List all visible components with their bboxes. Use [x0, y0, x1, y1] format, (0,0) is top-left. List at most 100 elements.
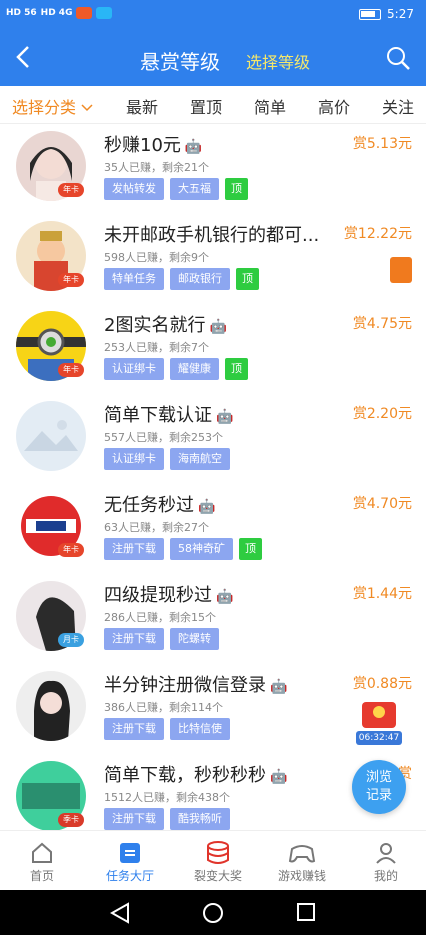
filter-tabs: 选择分类 最新 置顶 简单 高价 关注 — [0, 86, 426, 124]
card-badge: 年卡 — [58, 273, 84, 287]
system-nav-bar — [0, 890, 426, 935]
task-tag: 海南航空 — [170, 448, 230, 470]
task-tags: 注册下载 酷我畅听 — [104, 808, 230, 830]
reward-amount: 赏1.44元 — [352, 586, 412, 602]
coin-stack-icon — [207, 841, 229, 864]
task-meta: 1512人已赚，剩余438个 — [104, 791, 230, 804]
task-tag: 耀健康 — [170, 358, 219, 380]
android-icon: 🤖 — [209, 319, 227, 335]
task-item[interactable]: 年卡 无任务秒过 🤖 63人已赚，剩余27个 注册下载 58神奇矿 顶 赏4.70… — [0, 485, 426, 575]
task-title: 四级提现秒过 🤖 — [104, 585, 234, 606]
tab-select-category[interactable]: 选择分类 — [12, 94, 93, 118]
app-notify-icon — [76, 7, 93, 19]
android-icon: 🤖 — [216, 589, 234, 605]
search-icon — [387, 47, 410, 70]
task-tag: 比特信使 — [170, 718, 230, 740]
task-tag: 认证绑卡 — [104, 358, 164, 380]
card-badge: 季卡 — [58, 813, 84, 827]
nav-mine[interactable]: 我的 — [346, 839, 426, 884]
task-tag: 注册下载 — [104, 628, 164, 650]
avatar — [16, 671, 86, 741]
chevron-down-icon — [81, 104, 93, 112]
task-hall-icon — [120, 843, 140, 863]
task-tags: 注册下载 陀螺转 — [104, 628, 219, 650]
task-item[interactable]: 年卡 未开邮政手机银行的都可... 598人已赚，剩余9个 特单任务 邮政银行 … — [0, 215, 426, 305]
pinned-badge: 顶 — [225, 178, 248, 200]
task-meta: 598人已赚，剩余9个 — [104, 251, 209, 264]
task-title: 未开邮政手机银行的都可... — [104, 225, 320, 246]
task-tags: 特单任务 邮政银行 顶 — [104, 268, 259, 290]
reward-amount: 赏0.88元 — [352, 676, 412, 692]
tab-pinned[interactable]: 置顶 — [190, 94, 222, 118]
task-meta: 63人已赚，剩余27个 — [104, 521, 209, 534]
reward-amount: 赏5.13元 — [352, 136, 412, 152]
search-button[interactable] — [384, 44, 412, 72]
battery-icon — [359, 8, 382, 20]
back-button[interactable] — [14, 42, 44, 72]
page-title: 悬赏等级 — [140, 50, 220, 74]
task-tag: 酷我畅听 — [170, 808, 230, 830]
task-tags: 注册下载 58神奇矿 顶 — [104, 538, 262, 560]
chevron-left-icon — [16, 46, 29, 68]
nav-task-hall[interactable]: 任务大厅 — [90, 839, 170, 884]
signal-indicator-1: HD 56 — [6, 8, 37, 18]
countdown-timer: 06:32:47 — [356, 731, 402, 745]
tab-high-price[interactable]: 高价 — [318, 94, 350, 118]
android-icon: 🤖 — [270, 769, 288, 785]
bottom-nav: 首页 任务大厅 裂变大奖 游戏赚钱 我的 — [0, 830, 426, 890]
reward-amount: 赏12.22元 — [343, 226, 412, 242]
task-meta: 35人已赚，剩余21个 — [104, 161, 209, 174]
task-tags: 认证绑卡 海南航空 — [104, 448, 230, 470]
task-title: 无任务秒过 🤖 — [104, 495, 216, 516]
task-tags: 注册下载 比特信使 — [104, 718, 230, 740]
card-badge: 年卡 — [58, 543, 84, 557]
android-icon: 🤖 — [184, 139, 203, 155]
reward-amount: 赏4.75元 — [352, 316, 412, 332]
task-title: 2图实名就行 🤖 — [104, 315, 227, 336]
clock: 5:27 — [387, 7, 414, 21]
pinned-badge: 顶 — [225, 358, 248, 380]
task-tag: 大五福 — [170, 178, 219, 200]
task-title: 简单下载，秒秒秒秒 🤖 — [104, 765, 288, 786]
task-item[interactable]: 年卡 2图实名就行 🤖 253人已赚，剩余7个 认证绑卡 耀健康 顶 赏4.75元 — [0, 305, 426, 395]
tab-latest[interactable]: 最新 — [126, 94, 158, 118]
card-badge: 年卡 — [58, 363, 84, 377]
red-packet-icon — [362, 702, 396, 728]
status-bar: HD 56 HD 4G 5:27 — [0, 0, 426, 30]
recents-square-icon[interactable] — [296, 902, 316, 922]
card-badge: 月卡 — [58, 633, 84, 647]
pinned-badge: 顶 — [236, 268, 259, 290]
android-icon: 🤖 — [270, 679, 288, 695]
tab-simple[interactable]: 简单 — [254, 94, 286, 118]
task-tag: 注册下载 — [104, 718, 164, 740]
app-header: 悬赏等级 选择等级 — [0, 30, 426, 86]
task-meta: 253人已赚，剩余7个 — [104, 341, 209, 354]
nav-game-earn[interactable]: 游戏赚钱 — [262, 839, 342, 884]
user-icon — [376, 843, 396, 864]
nav-home[interactable]: 首页 — [2, 839, 82, 884]
task-meta: 557人已赚，剩余253个 — [104, 431, 223, 444]
gamepad-icon — [288, 845, 316, 863]
select-level-button[interactable]: 选择等级 — [246, 49, 310, 73]
browse-history-button[interactable]: 浏览 记录 — [352, 760, 406, 814]
task-meta: 386人已赚，剩余114个 — [104, 701, 223, 714]
reward-amount: 赏2.20元 — [352, 406, 412, 422]
task-title: 简单下载认证 🤖 — [104, 405, 234, 426]
task-item[interactable]: 简单下载认证 🤖 557人已赚，剩余253个 认证绑卡 海南航空 赏2.20元 — [0, 395, 426, 485]
back-triangle-icon[interactable] — [110, 902, 130, 924]
task-tag: 58神奇矿 — [170, 538, 233, 560]
task-tags: 认证绑卡 耀健康 顶 — [104, 358, 248, 380]
pinned-badge: 顶 — [239, 538, 262, 560]
signal-indicator-2: HD 4G — [40, 8, 73, 18]
task-item[interactable]: 月卡 四级提现秒过 🤖 286人已赚，剩余15个 注册下载 陀螺转 赏1.44元 — [0, 575, 426, 665]
task-tag: 陀螺转 — [170, 628, 219, 650]
red-packet-icon[interactable] — [390, 257, 412, 283]
nav-fission-prize[interactable]: 裂变大奖 — [178, 839, 258, 884]
avatar — [16, 401, 86, 471]
task-meta: 286人已赚，剩余15个 — [104, 611, 216, 624]
tab-follow[interactable]: 关注 — [382, 94, 414, 118]
task-item[interactable]: 年卡 秒赚10元 🤖 35人已赚，剩余21个 发帖转发 大五福 顶 赏5.13元 — [0, 125, 426, 215]
home-circle-icon[interactable] — [202, 902, 224, 924]
android-icon: 🤖 — [216, 409, 234, 425]
task-tags: 发帖转发 大五福 顶 — [104, 178, 248, 200]
